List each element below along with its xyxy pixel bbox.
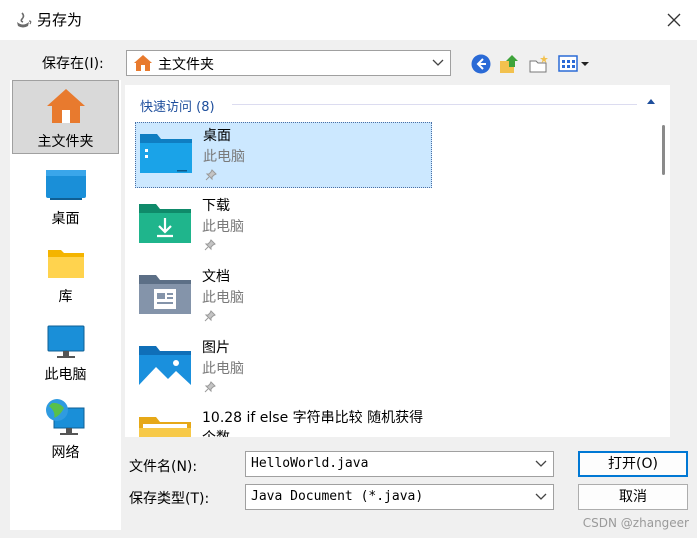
item-location: 此电脑 — [202, 290, 244, 306]
filetype-combo[interactable]: Java Document (*.java) — [245, 484, 554, 510]
save-in-label: 保存在(I): — [42, 56, 104, 72]
places-bar: 主文件夹 桌面 库 此电脑 网络 — [10, 80, 121, 530]
documents-folder-icon — [139, 275, 191, 314]
folder-icon — [139, 417, 191, 437]
group-header[interactable]: 快速访问 (8) — [140, 96, 215, 115]
list-item-folder[interactable]: 10.28 if else 字符串比较 随机获得 个数 — [135, 406, 432, 437]
new-folder-icon — [529, 55, 548, 73]
open-button[interactable]: 打开(O) — [578, 451, 688, 477]
group-divider — [232, 104, 637, 105]
chevron-down-icon[interactable] — [535, 493, 547, 501]
pin-icon — [204, 381, 216, 393]
library-icon — [47, 250, 84, 278]
downloads-folder-icon — [139, 204, 191, 243]
pin-icon — [205, 169, 217, 181]
chevron-down-icon[interactable] — [535, 460, 547, 468]
back-button[interactable] — [470, 53, 492, 75]
cancel-button[interactable]: 取消 — [578, 484, 688, 510]
place-desktop[interactable]: 桌面 — [12, 160, 119, 234]
item-name: 10.28 if else 字符串比较 随机获得 个数 — [202, 410, 424, 437]
pictures-folder-icon — [139, 346, 191, 385]
pin-icon — [204, 239, 216, 251]
item-location: 此电脑 — [202, 361, 244, 377]
filename-combo[interactable]: HelloWorld.java — [245, 451, 554, 477]
place-label: 网络 — [51, 445, 80, 461]
place-label: 库 — [58, 289, 73, 305]
title-bar: 另存为 — [0, 0, 697, 40]
item-location: 此电脑 — [203, 149, 245, 165]
window-title: 另存为 — [37, 11, 83, 29]
location-text: 主文件夹 — [158, 57, 214, 73]
pin-icon — [204, 310, 216, 322]
computer-icon — [47, 325, 84, 358]
close-button[interactable] — [651, 0, 697, 40]
java-app-icon — [17, 12, 32, 28]
desktop-icon — [45, 170, 86, 200]
desktop-folder-icon — [140, 134, 192, 173]
file-list-view[interactable]: 快速访问 (8) 桌面 此电脑 下载 此电脑 文档 此电脑 图片 此电脑 10.… — [125, 85, 670, 437]
item-location: 此电脑 — [202, 219, 244, 235]
up-folder-button[interactable] — [498, 53, 520, 75]
place-library[interactable]: 库 — [12, 238, 119, 312]
list-item-pictures[interactable]: 图片 此电脑 — [135, 335, 432, 401]
filename-label: 文件名(N): — [129, 459, 198, 475]
place-label: 桌面 — [51, 211, 80, 227]
item-name: 文档 — [202, 269, 230, 285]
home-icon — [46, 89, 85, 123]
view-menu-button[interactable] — [557, 53, 591, 75]
list-item-downloads[interactable]: 下载 此电脑 — [135, 193, 432, 259]
item-name: 图片 — [202, 340, 230, 356]
place-network[interactable]: 网络 — [12, 394, 119, 468]
place-label: 此电脑 — [44, 367, 87, 383]
scrollbar-thumb[interactable] — [662, 125, 665, 175]
home-icon — [134, 55, 152, 71]
view-menu-icon — [558, 55, 589, 72]
item-name: 桌面 — [203, 128, 231, 144]
list-item-desktop[interactable]: 桌面 此电脑 — [135, 122, 432, 188]
place-computer[interactable]: 此电脑 — [12, 316, 119, 390]
chevron-down-icon — [432, 59, 444, 66]
back-arrow-icon — [471, 54, 491, 74]
chevron-up-icon[interactable] — [646, 97, 656, 105]
close-icon — [667, 13, 681, 27]
list-item-documents[interactable]: 文档 此电脑 — [135, 264, 432, 330]
place-label: 主文件夹 — [37, 134, 94, 150]
vertical-scrollbar[interactable] — [656, 85, 670, 437]
network-icon — [45, 399, 84, 435]
new-folder-button[interactable] — [528, 53, 550, 75]
up-folder-icon — [500, 55, 518, 73]
watermark: CSDN @zhangeer — [582, 516, 689, 530]
location-combo[interactable]: 主文件夹 — [126, 50, 451, 76]
filetype-label: 保存类型(T): — [129, 491, 210, 507]
place-home[interactable]: 主文件夹 — [12, 80, 119, 154]
filetype-value: Java Document (*.java) — [251, 489, 424, 504]
item-name: 下载 — [202, 198, 230, 214]
filename-value[interactable]: HelloWorld.java — [251, 456, 368, 471]
